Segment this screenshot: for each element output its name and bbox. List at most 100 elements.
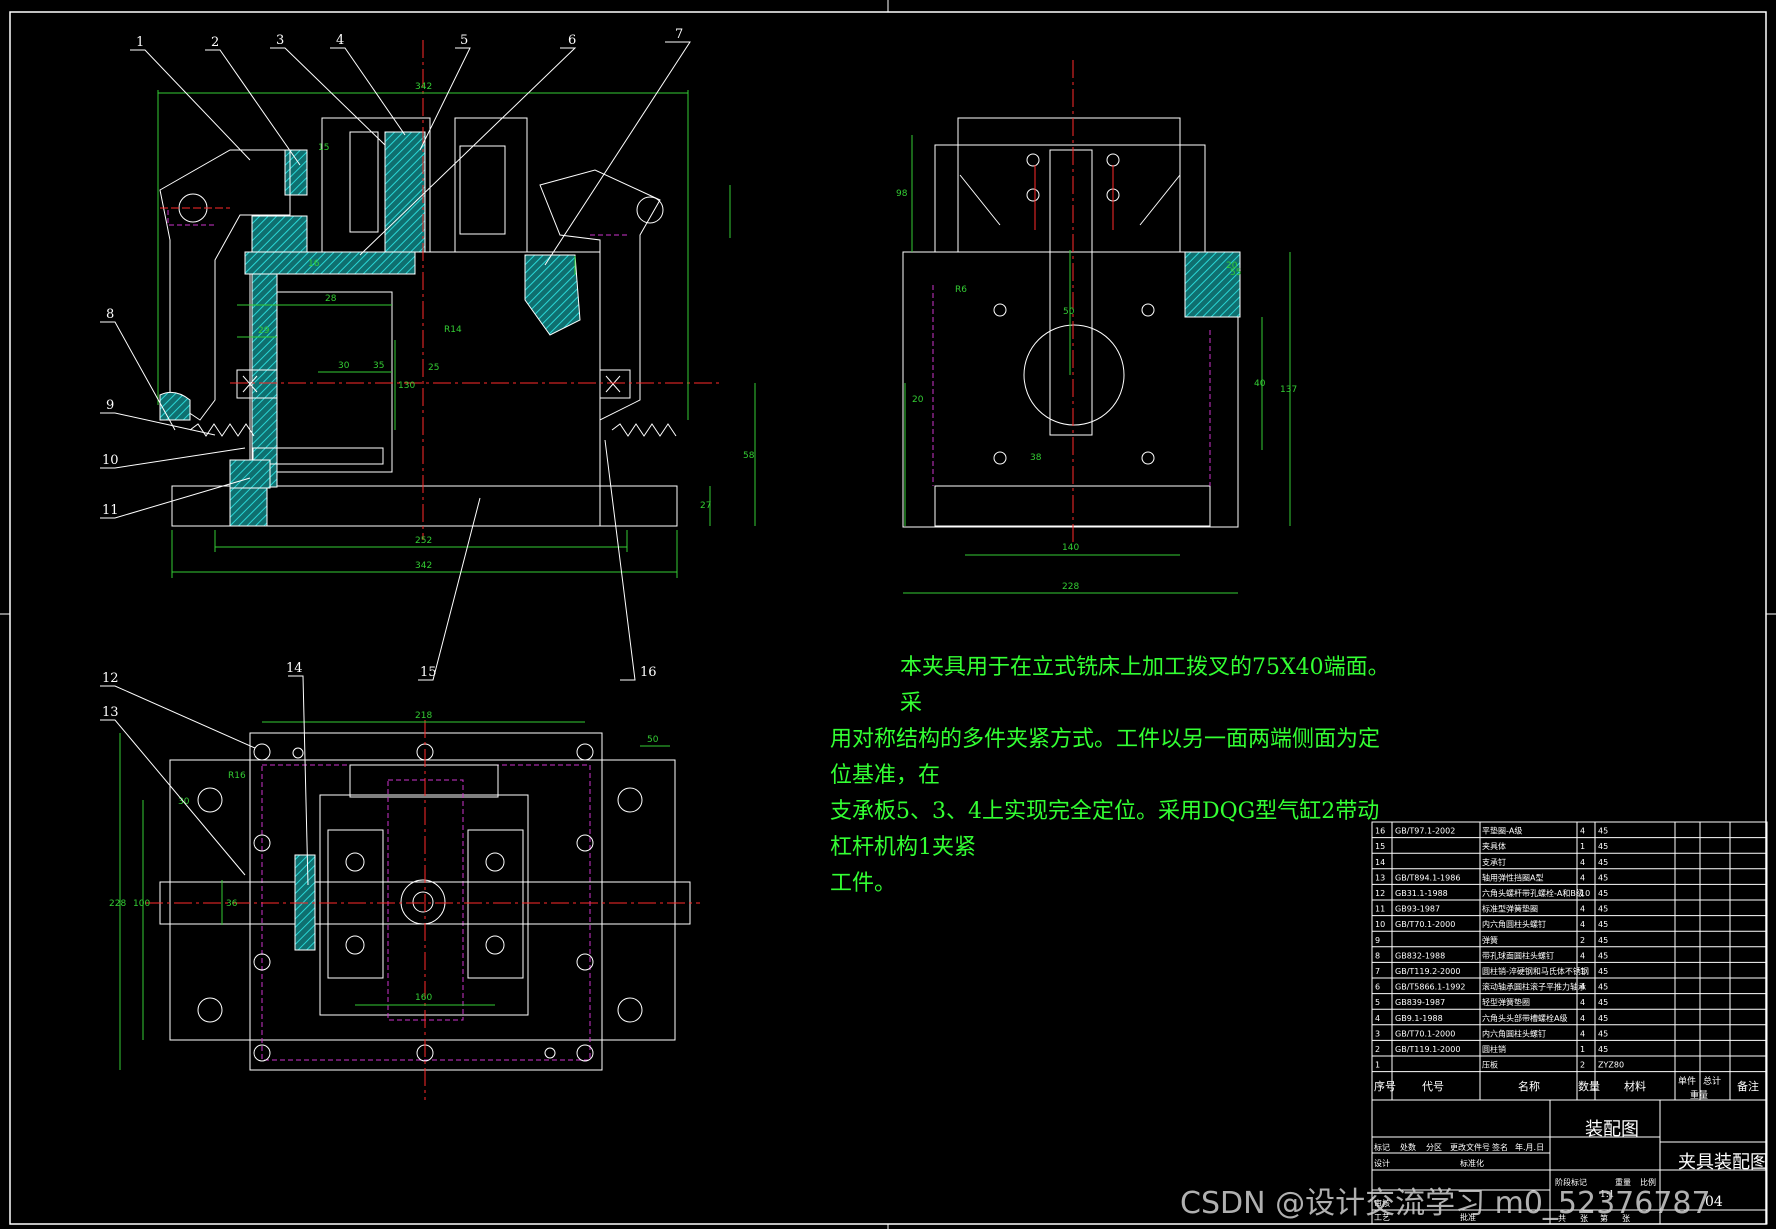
dim-side-50: 50 [1063, 307, 1075, 317]
dim-front-27: 27 [700, 501, 711, 511]
dim-side-98: 98 [896, 189, 908, 199]
balloon-11: 11 [102, 503, 119, 518]
bom-cell: 10 [1375, 920, 1385, 929]
bom-cell: GB832-1988 [1395, 951, 1445, 960]
bom-cell: 45 [1598, 1045, 1608, 1054]
bom-cell: 45 [1598, 842, 1608, 851]
note-line-4: 工件。 [830, 871, 897, 896]
dim-side-140: 140 [1062, 543, 1079, 553]
bom-cell: 45 [1598, 1014, 1608, 1023]
balloon-5: 5 [460, 33, 468, 48]
bom-cell: 4 [1580, 1014, 1585, 1023]
dim-front-28: 28 [325, 294, 337, 304]
bom-header-weight: 重量 [1690, 1089, 1708, 1101]
bom-cell: 滚动轴承圆柱滚子平推力轴承 [1482, 982, 1586, 992]
bom-cell: 4 [1580, 998, 1585, 1007]
bom-cell: 45 [1598, 951, 1608, 960]
bom-cell: GB/T5866.1-1992 [1395, 983, 1466, 992]
bom-header-name: 名称 [1518, 1079, 1540, 1093]
balloon-12: 12 [102, 671, 119, 686]
bom-header-total: 总计 [1703, 1075, 1721, 1087]
dim-front-29: 29 [258, 326, 270, 336]
front-view [157, 40, 756, 578]
bom-cell: 圆柱销-淬硬钢和马氏体不锈钢 [1482, 966, 1589, 976]
bom-cell: 1 [1580, 967, 1585, 976]
bom-cell: 3 [1375, 1029, 1380, 1038]
bom-cell: 9 [1375, 936, 1380, 945]
tb-label-count: 处数 [1400, 1142, 1416, 1152]
bom-cell: 45 [1598, 889, 1608, 898]
bom-header-remark: 备注 [1737, 1079, 1759, 1093]
bom-cell: 4 [1580, 983, 1585, 992]
balloon-7: 7 [675, 27, 683, 42]
dim-front-15: 15 [318, 143, 329, 153]
bom-cell: 支承钉 [1482, 857, 1506, 867]
bom-cell: 45 [1598, 858, 1608, 867]
bom-cell: GB/T119.1-2000 [1395, 1045, 1460, 1054]
bom-cell: 4 [1580, 858, 1585, 867]
bom-cell: 2 [1375, 1045, 1380, 1054]
balloon-4: 4 [336, 33, 344, 48]
dim-front-342-base: 342 [415, 561, 432, 571]
technical-notes: 本夹具用于在立式铣床上加工拨叉的75X40端面。采 用对称结构的多件夹紧方式。工… [830, 650, 1390, 902]
bom-cell: 4 [1580, 1029, 1585, 1038]
note-line-3: 支承板5、3、4上实现完全定位。采用DQG型气缸2带动杠杆机构1夹紧 [830, 799, 1380, 860]
note-line-2: 用对称结构的多件夹紧方式。工件以另一面两端侧面为定位基准，在 [830, 727, 1381, 788]
dim-plan-50: 50 [647, 735, 659, 745]
bom-cell: 弹簧 [1482, 935, 1498, 945]
balloon-9: 9 [106, 398, 114, 413]
bom-cell: 夹具体 [1482, 841, 1506, 851]
bom-cell: 内六角圆柱头螺钉 [1482, 1028, 1546, 1038]
dim-front-overall: 342 [415, 82, 432, 92]
balloon-13: 13 [102, 705, 119, 720]
note-line-1: 本夹具用于在立式铣床上加工拨叉的75X40端面。采 [900, 655, 1390, 716]
bom-cell: 2 [1580, 936, 1585, 945]
bom-cell: 六角头头部带槽螺栓A级 [1482, 1013, 1567, 1023]
bom-cell: 10 [1580, 889, 1590, 898]
dim-side-20: 20 [912, 395, 924, 405]
dim-plan-36: 36 [226, 899, 238, 909]
bom-cell: GB839-1987 [1395, 998, 1445, 1007]
balloon-10: 10 [102, 453, 119, 468]
balloon-1: 1 [136, 35, 144, 50]
dim-front-58: 58 [743, 451, 755, 461]
bom-header-unit: 单件 [1678, 1075, 1696, 1087]
bom-cell: 45 [1598, 983, 1608, 992]
dim-plan-100: 100 [133, 899, 150, 909]
dim-side-r6: R6 [955, 285, 967, 295]
balloon-8: 8 [106, 307, 114, 322]
bom-cell: 45 [1598, 873, 1608, 882]
bom-header-code: 代号 [1422, 1080, 1444, 1093]
bom-cell: 1 [1375, 1061, 1380, 1070]
dim-side-137: 137 [1280, 385, 1297, 395]
bom-cell: 1 [1580, 1045, 1585, 1054]
drawing-title: 夹具装配图 [1678, 1152, 1768, 1173]
bom-cell: 4 [1580, 873, 1585, 882]
bom-cell: 45 [1598, 827, 1608, 836]
bom-cell: 11 [1375, 905, 1385, 914]
plan-view [119, 720, 700, 1100]
bom-cell: 4 [1580, 905, 1585, 914]
bom-cell: 压板 [1482, 1060, 1498, 1070]
tb-label-date: 年.月.日 [1515, 1142, 1544, 1152]
drawing-name: 装配图 [1585, 1119, 1639, 1140]
dim-plan-228: 228 [109, 899, 126, 909]
dim-front-130: 130 [398, 381, 415, 391]
dim-side-228: 228 [1062, 582, 1079, 592]
bom-cell: 带孔球面圆柱头螺钉 [1482, 950, 1554, 960]
bom-cell: 45 [1598, 920, 1608, 929]
bom-cell: 45 [1598, 967, 1608, 976]
balloon-14: 14 [286, 661, 303, 676]
bom-cell: 4 [1580, 827, 1585, 836]
balloon-15: 15 [420, 665, 437, 680]
bom-cell: ZYZ80 [1598, 1061, 1624, 1070]
tb-label-change: 更改文件号 [1450, 1142, 1490, 1152]
tb-label-mark: 标记 [1374, 1142, 1390, 1152]
bom-cell: 4 [1375, 1014, 1380, 1023]
bom-cell: 2 [1580, 1061, 1585, 1070]
dim-front-252: 252 [415, 536, 432, 546]
watermark: CSDN @设计交流学习 m0_52376787 [1180, 1186, 1711, 1221]
bom-cell: 4 [1580, 920, 1585, 929]
side-view [902, 60, 1291, 594]
balloon-16: 16 [640, 665, 657, 680]
